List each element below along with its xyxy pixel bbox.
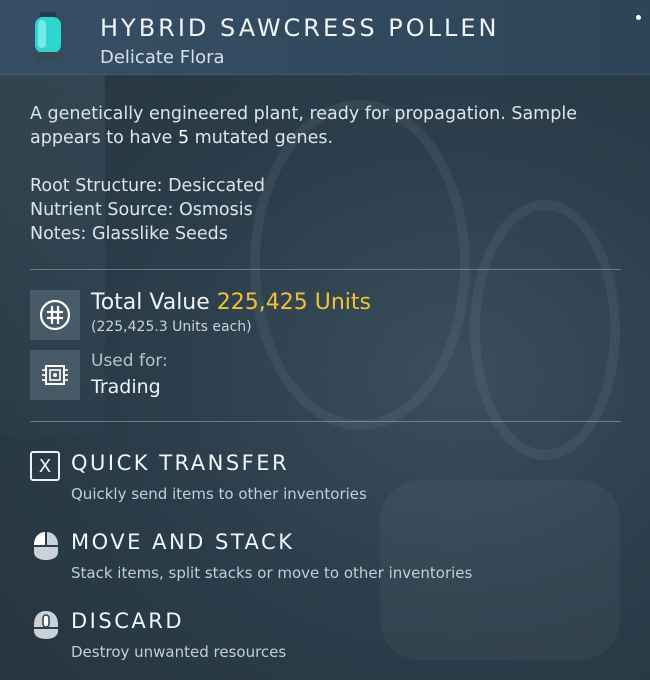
total-value-amount: 225,425 Units xyxy=(216,290,372,315)
pollen-capsule-icon xyxy=(26,10,70,68)
total-value-label: Total Value xyxy=(91,290,210,315)
divider xyxy=(30,269,621,270)
used-for-label: Used for: xyxy=(91,351,168,371)
quick-transfer-description: Quickly send items to other inventories xyxy=(71,485,367,503)
discard-title: DISCARD xyxy=(71,609,184,633)
property-root-structure: Root Structure: Desiccated xyxy=(30,176,266,196)
item-details: A genetically engineered plant, ready fo… xyxy=(30,102,622,246)
discard-description: Destroy unwanted resources xyxy=(71,643,287,661)
item-category: Delicate Flora xyxy=(100,47,225,68)
key-label: X xyxy=(30,451,60,481)
total-value: Total Value 225,425 Units xyxy=(91,290,371,315)
move-and-stack-description: Stack items, split stacks or move to oth… xyxy=(71,564,473,582)
quick-transfer-title: QUICK TRANSFER xyxy=(71,451,290,475)
mouse-left-click-icon xyxy=(30,530,62,562)
property-nutrient-source: Nutrient Source: Osmosis xyxy=(30,200,253,220)
unit-value: (225,425.3 Units each) xyxy=(91,319,252,335)
move-and-stack-action[interactable]: MOVE AND STACK Stack items, split stacks… xyxy=(30,530,630,590)
currency-units-icon xyxy=(30,290,80,340)
notification-dot xyxy=(636,15,641,20)
discard-action[interactable]: DISCARD Destroy unwanted resources xyxy=(30,609,630,669)
mouse-middle-click-icon xyxy=(30,609,62,641)
item-properties: Root Structure: Desiccated Nutrient Sour… xyxy=(30,174,622,246)
keyboard-x-key-icon: X xyxy=(30,451,62,483)
item-title: HYBRID SAWCRESS POLLEN xyxy=(100,14,500,42)
move-and-stack-title: MOVE AND STACK xyxy=(71,530,295,554)
description-text-end: mutated genes. xyxy=(189,128,334,148)
quick-transfer-action[interactable]: X QUICK TRANSFER Quickly send items to o… xyxy=(30,451,630,511)
item-description: A genetically engineered plant, ready fo… xyxy=(30,102,622,150)
divider xyxy=(30,421,621,422)
item-header: HYBRID SAWCRESS POLLEN Delicate Flora xyxy=(0,0,650,75)
used-for-value: Trading xyxy=(91,376,161,398)
property-notes: Notes: Glasslike Seeds xyxy=(30,224,228,244)
trade-chip-icon xyxy=(30,350,80,400)
gene-count: 5 xyxy=(177,128,190,148)
